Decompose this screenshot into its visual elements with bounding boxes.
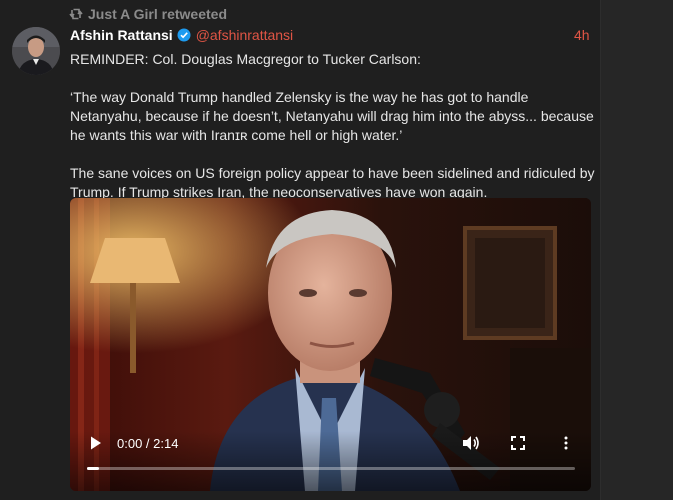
fullscreen-button[interactable]: [508, 433, 528, 453]
avatar[interactable]: [12, 27, 60, 75]
tweet-paragraph: REMINDER: Col. Douglas Macgregor to Tuck…: [70, 51, 421, 67]
video-time-display: 0:00 / 2:14: [117, 436, 179, 451]
tweet-paragraph: The sane voices on US foreign policy app…: [70, 165, 595, 200]
tweet-text: REMINDER: Col. Douglas Macgregor to Tuck…: [70, 50, 598, 202]
more-options-button[interactable]: [558, 433, 574, 453]
video-player[interactable]: 0:00 / 2:14: [70, 198, 591, 491]
avatar-image: [12, 27, 60, 75]
video-progress-fill: [87, 467, 100, 470]
volume-button[interactable]: [460, 433, 482, 453]
verified-badge-icon: [177, 28, 191, 42]
play-icon: [91, 436, 101, 450]
tweet-header: Afshin Rattansi @afshinrattansi: [70, 26, 293, 44]
retweet-label: Just A Girl retweeted: [88, 6, 228, 22]
volume-icon: [463, 436, 479, 450]
retweet-icon: [69, 8, 83, 20]
tweet-timestamp[interactable]: 4h: [574, 27, 590, 43]
more-options-icon: [564, 436, 568, 450]
timeline-column: Just A Girl retweeted Afshin Rattansi @a…: [0, 0, 600, 500]
author-name[interactable]: Afshin Rattansi: [70, 27, 173, 43]
author-handle[interactable]: @afshinrattansi: [196, 27, 293, 43]
video-progress-bar[interactable]: [87, 467, 575, 470]
play-button[interactable]: [87, 434, 105, 452]
adjacent-column: [600, 0, 673, 500]
fullscreen-icon: [511, 436, 525, 450]
retweet-indicator[interactable]: Just A Girl retweeted: [69, 6, 227, 22]
tweet-paragraph: ‘The way Donald Trump handled Zelensky i…: [70, 89, 594, 143]
